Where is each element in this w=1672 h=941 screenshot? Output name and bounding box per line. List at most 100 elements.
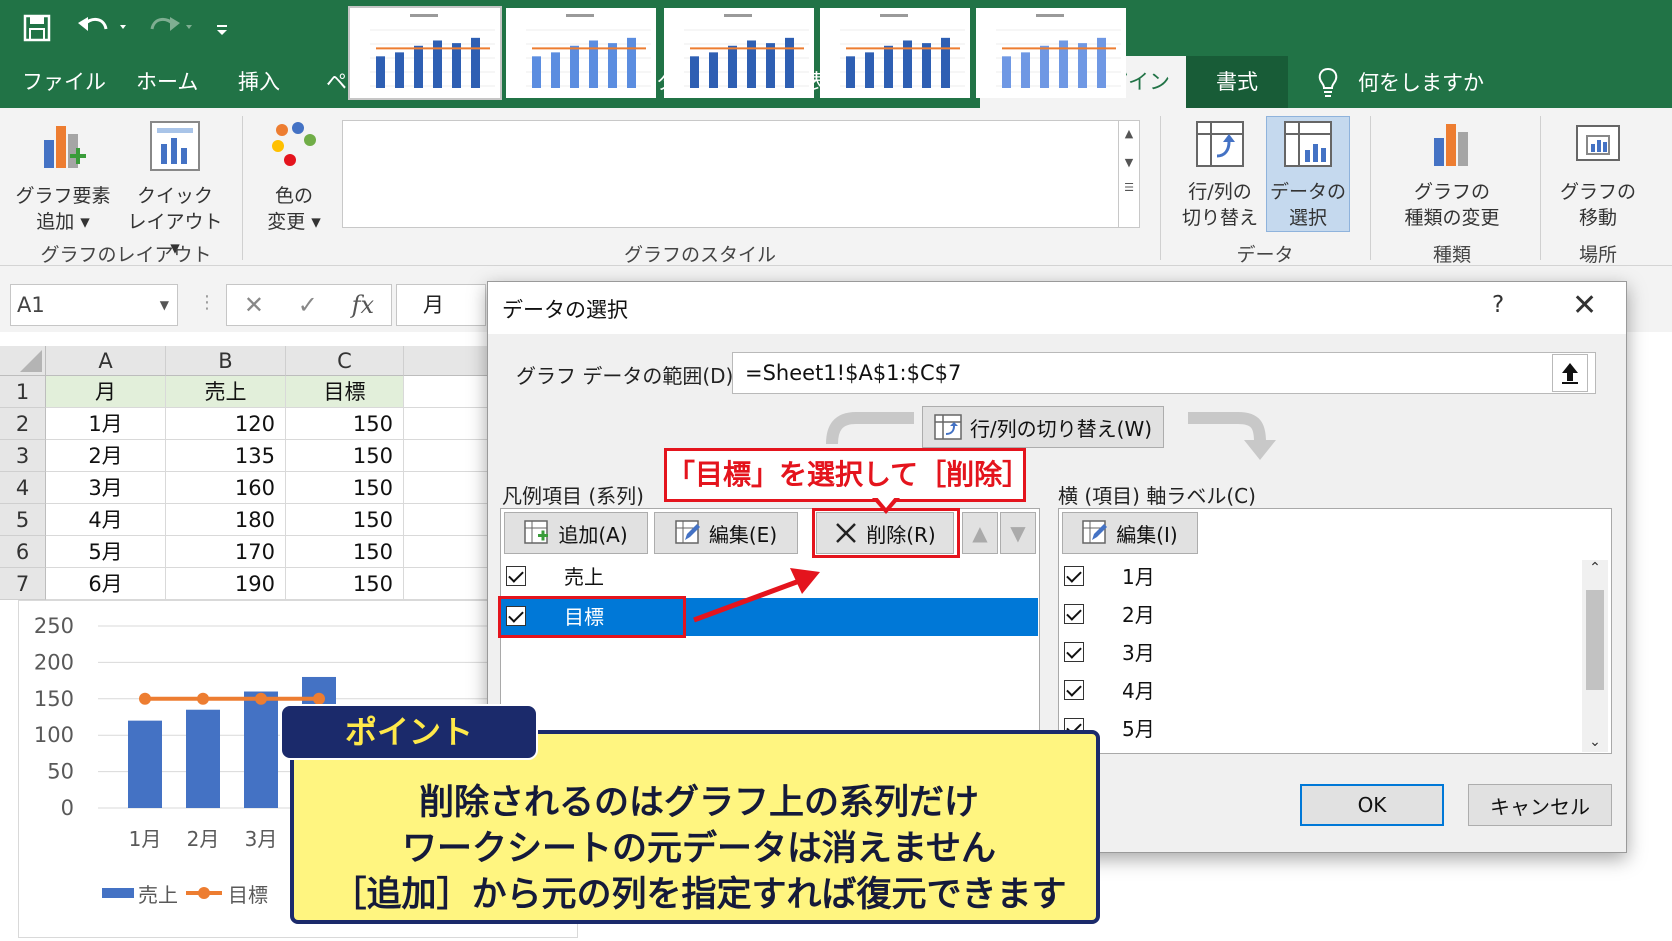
tab-format[interactable]: 書式 — [1186, 56, 1288, 108]
data-cell[interactable]: 190 — [166, 568, 286, 600]
chart-style-3[interactable] — [664, 8, 814, 98]
add-chart-element-button[interactable]: グラフ要素 追加 ▾ — [10, 120, 116, 235]
data-cell[interactable]: 150 — [286, 536, 404, 568]
tab-home[interactable]: ホーム — [136, 56, 198, 108]
ok-button[interactable]: OK — [1300, 784, 1444, 826]
checkbox-series-1[interactable] — [506, 566, 526, 586]
data-cell[interactable]: 3月 — [46, 472, 166, 504]
row-header-1[interactable]: 1 — [0, 376, 46, 408]
row-header-2[interactable]: 2 — [0, 408, 46, 440]
data-cell[interactable]: 4月 — [46, 504, 166, 536]
move-chart-button[interactable]: グラフの 移動 — [1556, 120, 1640, 231]
gallery-up-icon[interactable]: ▲ — [1119, 127, 1139, 140]
row-header-4[interactable]: 4 — [0, 472, 46, 504]
collapse-dialog-button[interactable] — [1552, 354, 1588, 392]
axis-item[interactable]: 4月 — [1122, 672, 1155, 710]
data-cell[interactable]: 5月 — [46, 536, 166, 568]
gallery-more-icon[interactable]: ☰ — [1119, 181, 1139, 194]
checkbox-axis-item[interactable] — [1064, 604, 1084, 624]
row-header-7[interactable]: 7 — [0, 568, 46, 600]
chart-style-2[interactable] — [506, 8, 656, 98]
select-data-button[interactable]: データの 選択 — [1266, 120, 1350, 231]
select-all-corner[interactable] — [0, 346, 46, 376]
empty-cell[interactable] — [404, 536, 488, 568]
cancel-entry-icon[interactable]: ✕ — [244, 291, 264, 319]
empty-cell[interactable] — [404, 376, 488, 408]
insert-function-button[interactable]: fx — [352, 291, 374, 319]
help-button[interactable]: ? — [1492, 292, 1504, 318]
row-header-6[interactable]: 6 — [0, 536, 46, 568]
empty-cell[interactable] — [404, 568, 488, 600]
formula-value[interactable]: 月 — [396, 284, 486, 326]
edit-series-button[interactable]: 編集(E) — [654, 512, 798, 554]
close-button[interactable]: ✕ — [1572, 288, 1597, 323]
empty-cell[interactable] — [404, 408, 488, 440]
move-down-button[interactable]: ▼ — [1000, 512, 1036, 554]
change-chart-type-button[interactable]: グラフの 種類の変更 — [1390, 120, 1514, 231]
axis-list-scrollbar[interactable]: ⌃ ⌄ — [1582, 560, 1608, 752]
data-cell[interactable]: 135 — [166, 440, 286, 472]
header-cell[interactable]: 売上 — [166, 376, 286, 408]
scroll-up-icon[interactable]: ⌃ — [1582, 560, 1608, 576]
checkbox-axis-item[interactable] — [1064, 642, 1084, 662]
y-tick-label: 100 — [34, 723, 74, 747]
header-cell[interactable]: 月 — [46, 376, 166, 408]
gallery-down-icon[interactable]: ▼ — [1119, 156, 1139, 169]
gallery-scroll[interactable]: ▲ ▼ ☰ — [1118, 120, 1140, 228]
scroll-thumb[interactable] — [1586, 590, 1604, 690]
data-cell[interactable]: 150 — [286, 504, 404, 536]
chart-style-1[interactable] — [348, 6, 502, 100]
column-header-b[interactable]: B — [166, 346, 286, 376]
undo-button[interactable] — [76, 10, 136, 46]
edit-axis-labels-button[interactable]: 編集(I) — [1062, 512, 1198, 554]
data-cell[interactable]: 1月 — [46, 408, 166, 440]
data-cell[interactable]: 6月 — [46, 568, 166, 600]
cancel-button[interactable]: キャンセル — [1468, 784, 1612, 826]
chevron-down-icon[interactable]: ▼ — [160, 285, 169, 325]
axis-item[interactable]: 2月 — [1122, 596, 1155, 634]
tab-file[interactable]: ファイル — [22, 56, 106, 108]
data-cell[interactable]: 170 — [166, 536, 286, 568]
data-cell[interactable]: 150 — [286, 440, 404, 472]
move-up-button[interactable]: ▲ — [962, 512, 998, 554]
row-header-3[interactable]: 3 — [0, 440, 46, 472]
switch-row-column-button[interactable]: 行/列の 切り替え — [1178, 120, 1262, 231]
save-button[interactable] — [22, 10, 52, 46]
series-item-1[interactable]: 売上 — [564, 558, 604, 596]
tab-insert[interactable]: 挿入 — [238, 56, 280, 108]
data-cell[interactable]: 120 — [166, 408, 286, 440]
checkbox-axis-item[interactable] — [1064, 566, 1084, 586]
data-cell[interactable]: 160 — [166, 472, 286, 504]
column-header-a[interactable]: A — [46, 346, 166, 376]
chart-style-4[interactable] — [820, 8, 970, 98]
empty-cell[interactable] — [404, 440, 488, 472]
data-cell[interactable]: 150 — [286, 472, 404, 504]
data-cell[interactable]: 2月 — [46, 440, 166, 472]
header-cell[interactable]: 目標 — [286, 376, 404, 408]
change-colors-button[interactable]: 色の 変更 ▾ — [254, 120, 334, 235]
checkbox-axis-item[interactable] — [1064, 680, 1084, 700]
data-cell[interactable]: 150 — [286, 408, 404, 440]
axis-item[interactable]: 5月 — [1122, 710, 1155, 748]
thumb-bar — [1097, 37, 1106, 88]
chart-style-5[interactable] — [976, 8, 1126, 98]
data-cell[interactable]: 180 — [166, 504, 286, 536]
data-cell[interactable]: 150 — [286, 568, 404, 600]
drag-handle-icon[interactable]: ⋮ — [198, 292, 216, 313]
switch-row-column-dialog-button[interactable]: 行/列の切り替え(W) — [922, 406, 1164, 448]
axis-item[interactable]: 1月 — [1122, 558, 1155, 596]
scroll-down-icon[interactable]: ⌄ — [1582, 734, 1608, 750]
confirm-entry-icon[interactable]: ✓ — [298, 291, 318, 319]
row-header-5[interactable]: 5 — [0, 504, 46, 536]
add-series-button[interactable]: 追加(A) — [504, 512, 648, 554]
empty-cell[interactable] — [404, 504, 488, 536]
redo-button[interactable] — [144, 10, 204, 46]
chart-range-input[interactable]: =Sheet1!$A$1:$C$7 — [732, 352, 1596, 394]
axis-item[interactable]: 3月 — [1122, 634, 1155, 672]
tell-me-search[interactable]: 何をしますか — [1316, 56, 1484, 108]
column-header-c[interactable]: C — [286, 346, 404, 376]
axis-labels-label: 横 (項目) 軸ラベル(C) — [1058, 484, 1256, 508]
empty-cell[interactable] — [404, 472, 488, 504]
name-box[interactable]: A1 ▼ — [10, 284, 178, 326]
customize-qat-button[interactable] — [214, 10, 230, 46]
